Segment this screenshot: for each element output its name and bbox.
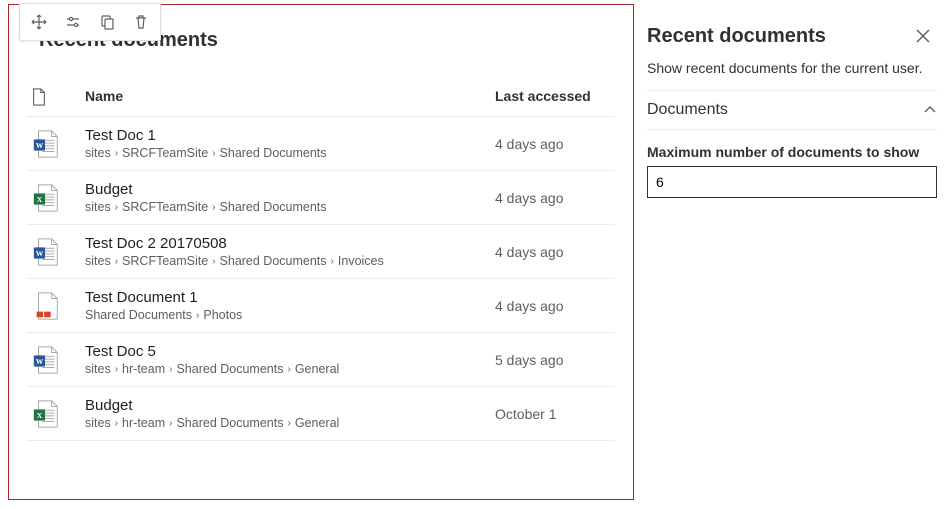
max-documents-input[interactable] [647,166,937,198]
document-row[interactable]: W Test Doc 1 sites›SRCFTeamSite›Shared Doc… [27,117,615,171]
copy-icon [99,14,115,30]
excel-file-icon: X [31,399,85,429]
ppt-file-icon [31,291,85,321]
document-row[interactable]: X Budget sites›SRCFTeamSite›Shared Documen… [27,171,615,225]
document-path: sites›hr-team›Shared Documents›General [85,362,495,376]
excel-file-icon: X [31,183,85,213]
file-column-icon [31,88,47,106]
document-title[interactable]: Test Doc 5 [85,343,495,360]
chevron-up-icon [923,103,937,117]
word-file-icon: W [31,237,85,267]
document-path: sites›SRCFTeamSite›Shared Documents [85,200,495,214]
document-title[interactable]: Budget [85,181,495,198]
property-pane-subtitle: Show recent documents for the current us… [647,60,937,91]
svg-text:X: X [37,194,43,203]
document-last-accessed: 4 days ago [495,244,615,260]
document-name-cell: Budget sites›SRCFTeamSite›Shared Document… [85,181,495,214]
document-list: W Test Doc 1 sites›SRCFTeamSite›Shared Doc… [27,117,615,441]
document-name-cell: Test Doc 2 20170508 sites›SRCFTeamSite›Sh… [85,235,495,268]
column-header-last[interactable]: Last accessed [495,88,615,106]
recent-documents-webpart: Recent documents Name Last accessed WTes… [8,4,634,500]
svg-text:W: W [36,248,44,257]
document-path: sites›hr-team›Shared Documents›General [85,416,495,430]
document-title[interactable]: Test Document 1 [85,289,495,306]
close-icon [916,29,930,43]
document-last-accessed: October 1 [495,406,615,422]
move-icon [31,14,47,30]
property-pane-title: Recent documents [647,25,826,48]
property-pane: Recent documents Show recent documents f… [634,0,951,509]
svg-text:X: X [37,410,43,419]
column-header-name[interactable]: Name [85,88,495,106]
max-documents-label: Maximum number of documents to show [647,144,937,160]
document-row[interactable]: W Test Doc 2 20170508 sites›SRCFTeamSite›S… [27,225,615,279]
document-row[interactable]: W Test Doc 5 sites›hr-team›Shared Document… [27,333,615,387]
column-headers: Name Last accessed [27,76,615,117]
word-file-icon: W [31,129,85,159]
document-name-cell: Budget sites›hr-team›Shared Documents›Gen… [85,397,495,430]
trash-icon [133,14,149,30]
document-title[interactable]: Test Doc 2 20170508 [85,235,495,252]
document-path: sites›SRCFTeamSite›Shared Documents [85,146,495,160]
document-row[interactable]: X Budget sites›hr-team›Shared Documents›Ge… [27,387,615,441]
document-name-cell: Test Doc 1 sites›SRCFTeamSite›Shared Docu… [85,127,495,160]
duplicate-button[interactable] [90,6,124,38]
section-title: Documents [647,101,728,119]
sliders-icon [65,14,81,30]
document-name-cell: Test Doc 5 sites›hr-team›Shared Documents… [85,343,495,376]
section-header-documents[interactable]: Documents [647,91,937,130]
document-last-accessed: 4 days ago [495,136,615,152]
close-button[interactable] [909,22,937,50]
document-name-cell: Test Document 1 Shared Documents›Photos [85,289,495,322]
document-row[interactable]: Test Document 1 Shared Documents›Photos4 … [27,279,615,333]
document-title[interactable]: Test Doc 1 [85,127,495,144]
max-documents-field: Maximum number of documents to show [647,130,937,198]
document-path: Shared Documents›Photos [85,308,495,322]
document-last-accessed: 4 days ago [495,190,615,206]
document-last-accessed: 5 days ago [495,352,615,368]
svg-text:W: W [36,140,44,149]
document-path: sites›SRCFTeamSite›Shared Documents›Invo… [85,254,495,268]
edit-button[interactable] [56,6,90,38]
delete-button[interactable] [124,6,158,38]
webpart-toolbar [19,3,161,41]
word-file-icon: W [31,345,85,375]
move-button[interactable] [22,6,56,38]
document-last-accessed: 4 days ago [495,298,615,314]
svg-text:W: W [36,356,44,365]
document-title[interactable]: Budget [85,397,495,414]
